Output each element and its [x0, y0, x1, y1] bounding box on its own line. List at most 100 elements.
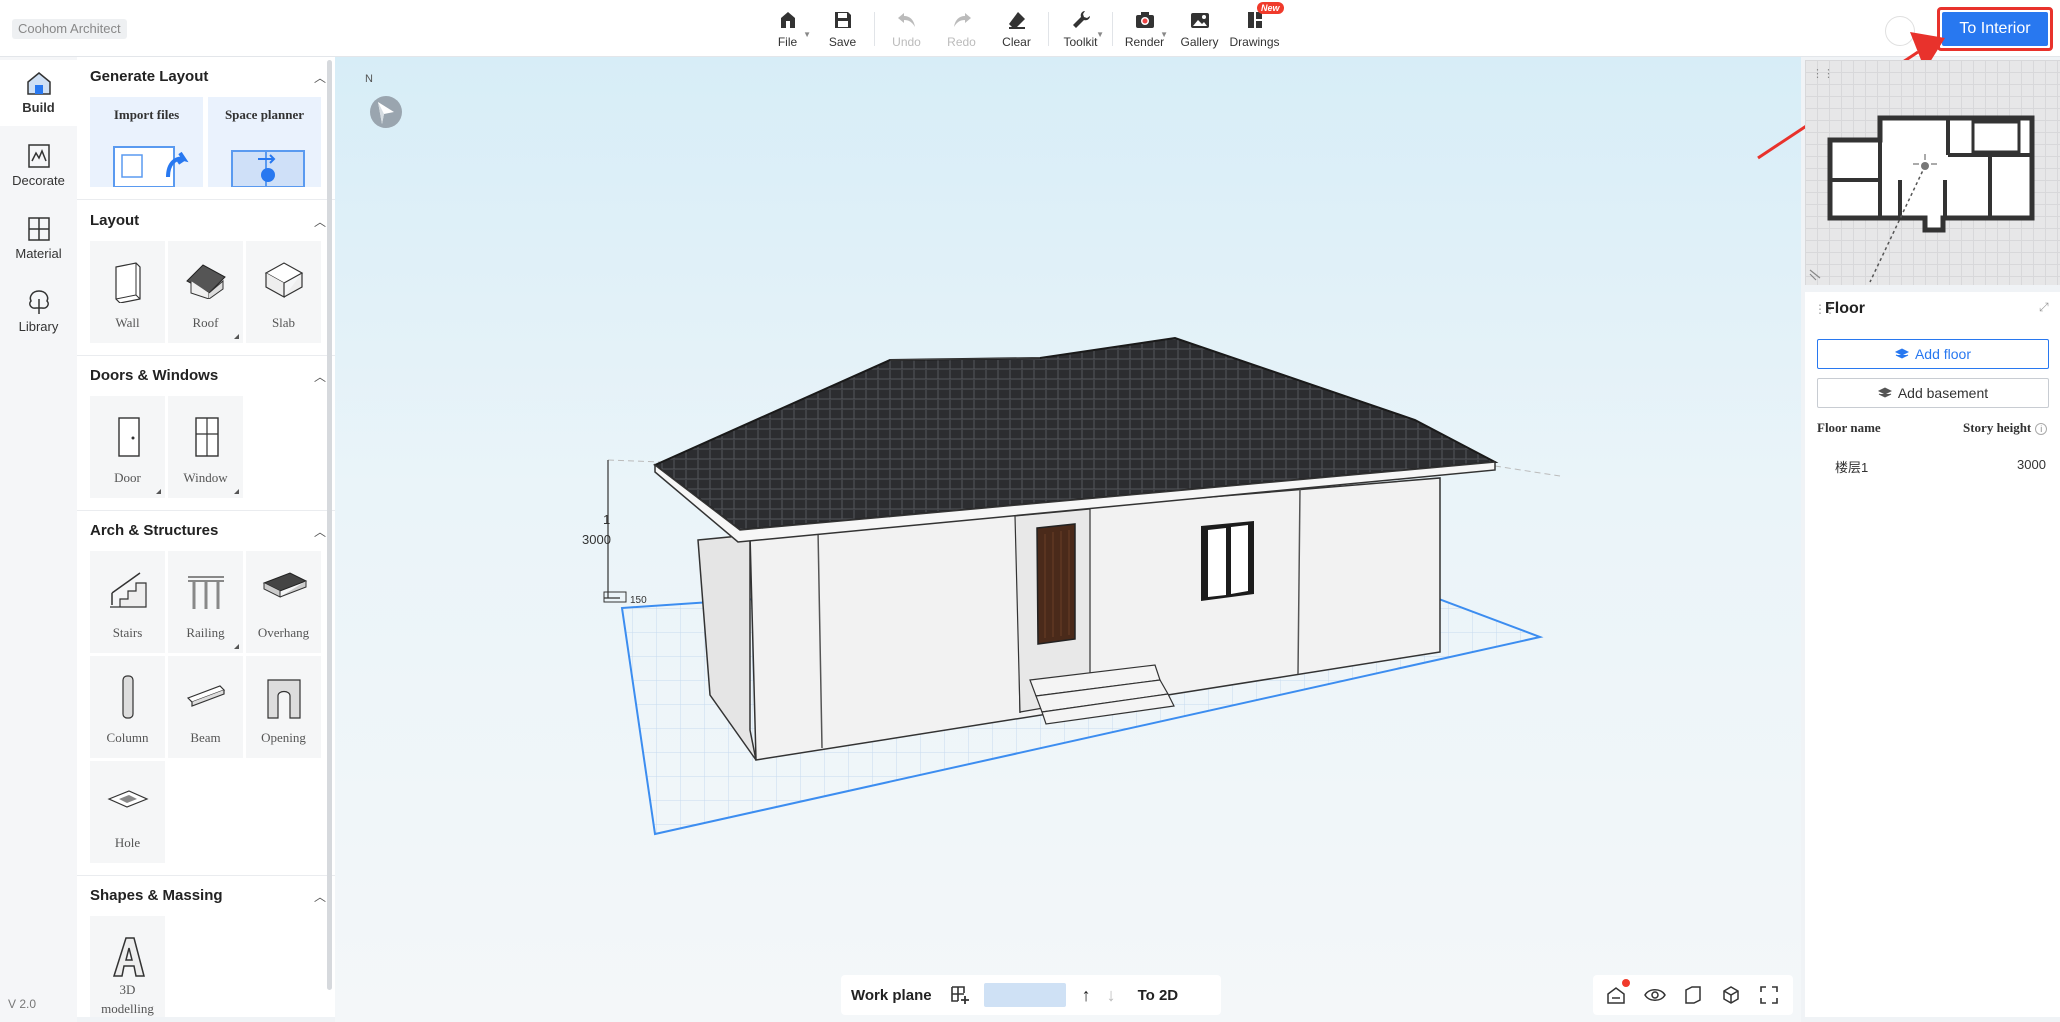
opening-arch-icon [266, 679, 301, 719]
roof-view-icon[interactable] [1606, 985, 1626, 1005]
redo-icon [953, 13, 971, 27]
hole-icon [106, 790, 149, 808]
floor-plan-thumbnail: ⋮⋮ [1809, 67, 2035, 283]
floor-row-height[interactable]: 3000 [2017, 457, 2046, 472]
opening-tool[interactable]: Opening [246, 656, 321, 758]
render-menu-button[interactable]: Render ▼ [1117, 6, 1172, 52]
rail-item-build[interactable]: Build [0, 60, 77, 126]
work-plane-bar: Work plane ↑ ↓ To 2D [841, 975, 1221, 1015]
redo-button[interactable]: Redo [934, 6, 989, 52]
column-tool[interactable]: Column [90, 656, 165, 758]
section-divider [77, 199, 335, 200]
chevron-up-icon[interactable]: ︿ [314, 888, 326, 905]
compass-icon[interactable] [368, 94, 404, 130]
arrow-down-icon[interactable]: ↓ [1107, 985, 1116, 1006]
library-tree-icon [28, 290, 49, 314]
work-plane-selector[interactable] [983, 983, 1066, 1007]
app-logo: Coohom Architect [12, 19, 127, 39]
north-label: N [365, 73, 373, 85]
toolkit-menu-button[interactable]: Toolkit ▼ [1053, 6, 1108, 52]
info-icon[interactable]: i [2035, 423, 2048, 436]
overhang-icon [262, 572, 307, 598]
slab-tool[interactable]: Slab [246, 241, 321, 343]
camera-icon [1135, 12, 1154, 28]
left-nav-rail: Build Decorate Material Library [0, 57, 77, 1022]
rail-item-decorate[interactable]: Decorate [0, 133, 77, 199]
chevron-down-icon: ▼ [803, 30, 811, 39]
rail-item-library[interactable]: Library [0, 279, 77, 345]
main-toolbar: File ▼ Save Undo Redo Clear Toolkit ▼ Rend… [760, 2, 1284, 52]
rail-item-material[interactable]: Material [0, 206, 77, 272]
expand-icon[interactable]: ⤢ [2039, 300, 2049, 315]
roof-tool[interactable]: Roof [168, 241, 243, 343]
svg-text:⋮⋮: ⋮⋮ [1812, 67, 1834, 80]
section-divider [77, 355, 335, 356]
front-view-icon[interactable] [1683, 985, 1703, 1005]
section-shapes-massing[interactable]: Shapes & Massing ︿ [90, 887, 326, 904]
hole-tool[interactable]: Hole [90, 761, 165, 863]
gallery-button[interactable]: Gallery [1172, 6, 1227, 52]
stairs-icon [109, 572, 147, 608]
chevron-up-icon[interactable]: ︿ [314, 69, 326, 86]
decorate-icon [27, 144, 50, 168]
house-3d-model[interactable] [560, 320, 1600, 850]
section-divider [77, 875, 335, 876]
arrow-up-icon[interactable]: ↑ [1082, 985, 1091, 1006]
fullscreen-icon[interactable] [1759, 985, 1779, 1005]
column-icon [121, 675, 134, 719]
add-floor-button[interactable]: Add floor [1817, 339, 2049, 369]
material-tiles-icon [27, 217, 50, 241]
railing-tool[interactable]: Railing [168, 551, 243, 653]
undo-button[interactable]: Undo [879, 6, 934, 52]
undo-icon [897, 13, 915, 27]
roof-icon [185, 264, 226, 299]
eye-visibility-icon[interactable] [1644, 985, 1666, 1005]
add-layer-icon [1894, 348, 1909, 359]
build-panel: Generate Layout ︿ Import files Space plan… [77, 57, 335, 1017]
section-generate-layout[interactable]: Generate Layout ︿ [90, 68, 326, 85]
import-files-card[interactable]: Import files [90, 97, 203, 187]
chevron-down-icon: ▼ [1096, 30, 1104, 39]
chevron-up-icon[interactable]: ︿ [314, 523, 326, 540]
chevron-up-icon[interactable]: ︿ [314, 213, 326, 230]
to-interior-button[interactable]: To Interior [1937, 7, 2053, 51]
section-doors-windows[interactable]: Doors & Windows ︿ [90, 367, 326, 384]
section-layout[interactable]: Layout ︿ [90, 212, 326, 229]
floor-plan-minimap[interactable]: ⋮⋮ [1805, 60, 2060, 285]
3d-modelling-tool[interactable]: 3D modelling [90, 916, 165, 1017]
railing-icon [187, 576, 224, 609]
window-tool[interactable]: Window [168, 396, 243, 498]
door-tool[interactable]: Door [90, 396, 165, 498]
house-file-icon [780, 12, 795, 28]
door-icon [117, 417, 140, 457]
3d-letter-a-icon [112, 937, 145, 977]
work-plane-label: Work plane [851, 986, 932, 1004]
to-2d-button[interactable]: To 2D [1138, 987, 1179, 1004]
space-planner-card[interactable]: Space planner [208, 97, 321, 187]
floor-panel-title: Floor [1825, 300, 1865, 317]
overhang-tool[interactable]: Overhang [246, 551, 321, 653]
cube-view-icon[interactable] [1721, 985, 1741, 1005]
clear-button[interactable]: Clear [989, 6, 1044, 52]
add-plane-grid-icon[interactable] [950, 985, 970, 1005]
floor-name-header: Floor name [1817, 420, 1881, 435]
save-button[interactable]: Save [815, 6, 870, 52]
drawings-button[interactable]: Drawings New [1227, 2, 1284, 52]
eraser-icon [1008, 12, 1025, 29]
section-divider [77, 510, 335, 511]
slab-icon [264, 262, 303, 299]
stairs-tool[interactable]: Stairs [90, 551, 165, 653]
toolbar-divider [874, 12, 875, 46]
section-arch-structures[interactable]: Arch & Structures ︿ [90, 522, 326, 539]
beam-tool[interactable]: Beam [168, 656, 243, 758]
notification-dot [1622, 979, 1630, 987]
file-menu-button[interactable]: File ▼ [760, 6, 815, 52]
story-height-header: Story height i [1963, 420, 2048, 436]
panel-scrollbar[interactable] [327, 60, 332, 990]
floor-row-name[interactable]: 楼层1 [1835, 457, 1868, 476]
wall-tool[interactable]: Wall [90, 241, 165, 343]
add-basement-layer-icon [1877, 387, 1892, 398]
add-basement-button[interactable]: Add basement [1817, 378, 2049, 408]
chevron-up-icon[interactable]: ︿ [314, 368, 326, 385]
dimension-label: 1 [603, 512, 611, 527]
